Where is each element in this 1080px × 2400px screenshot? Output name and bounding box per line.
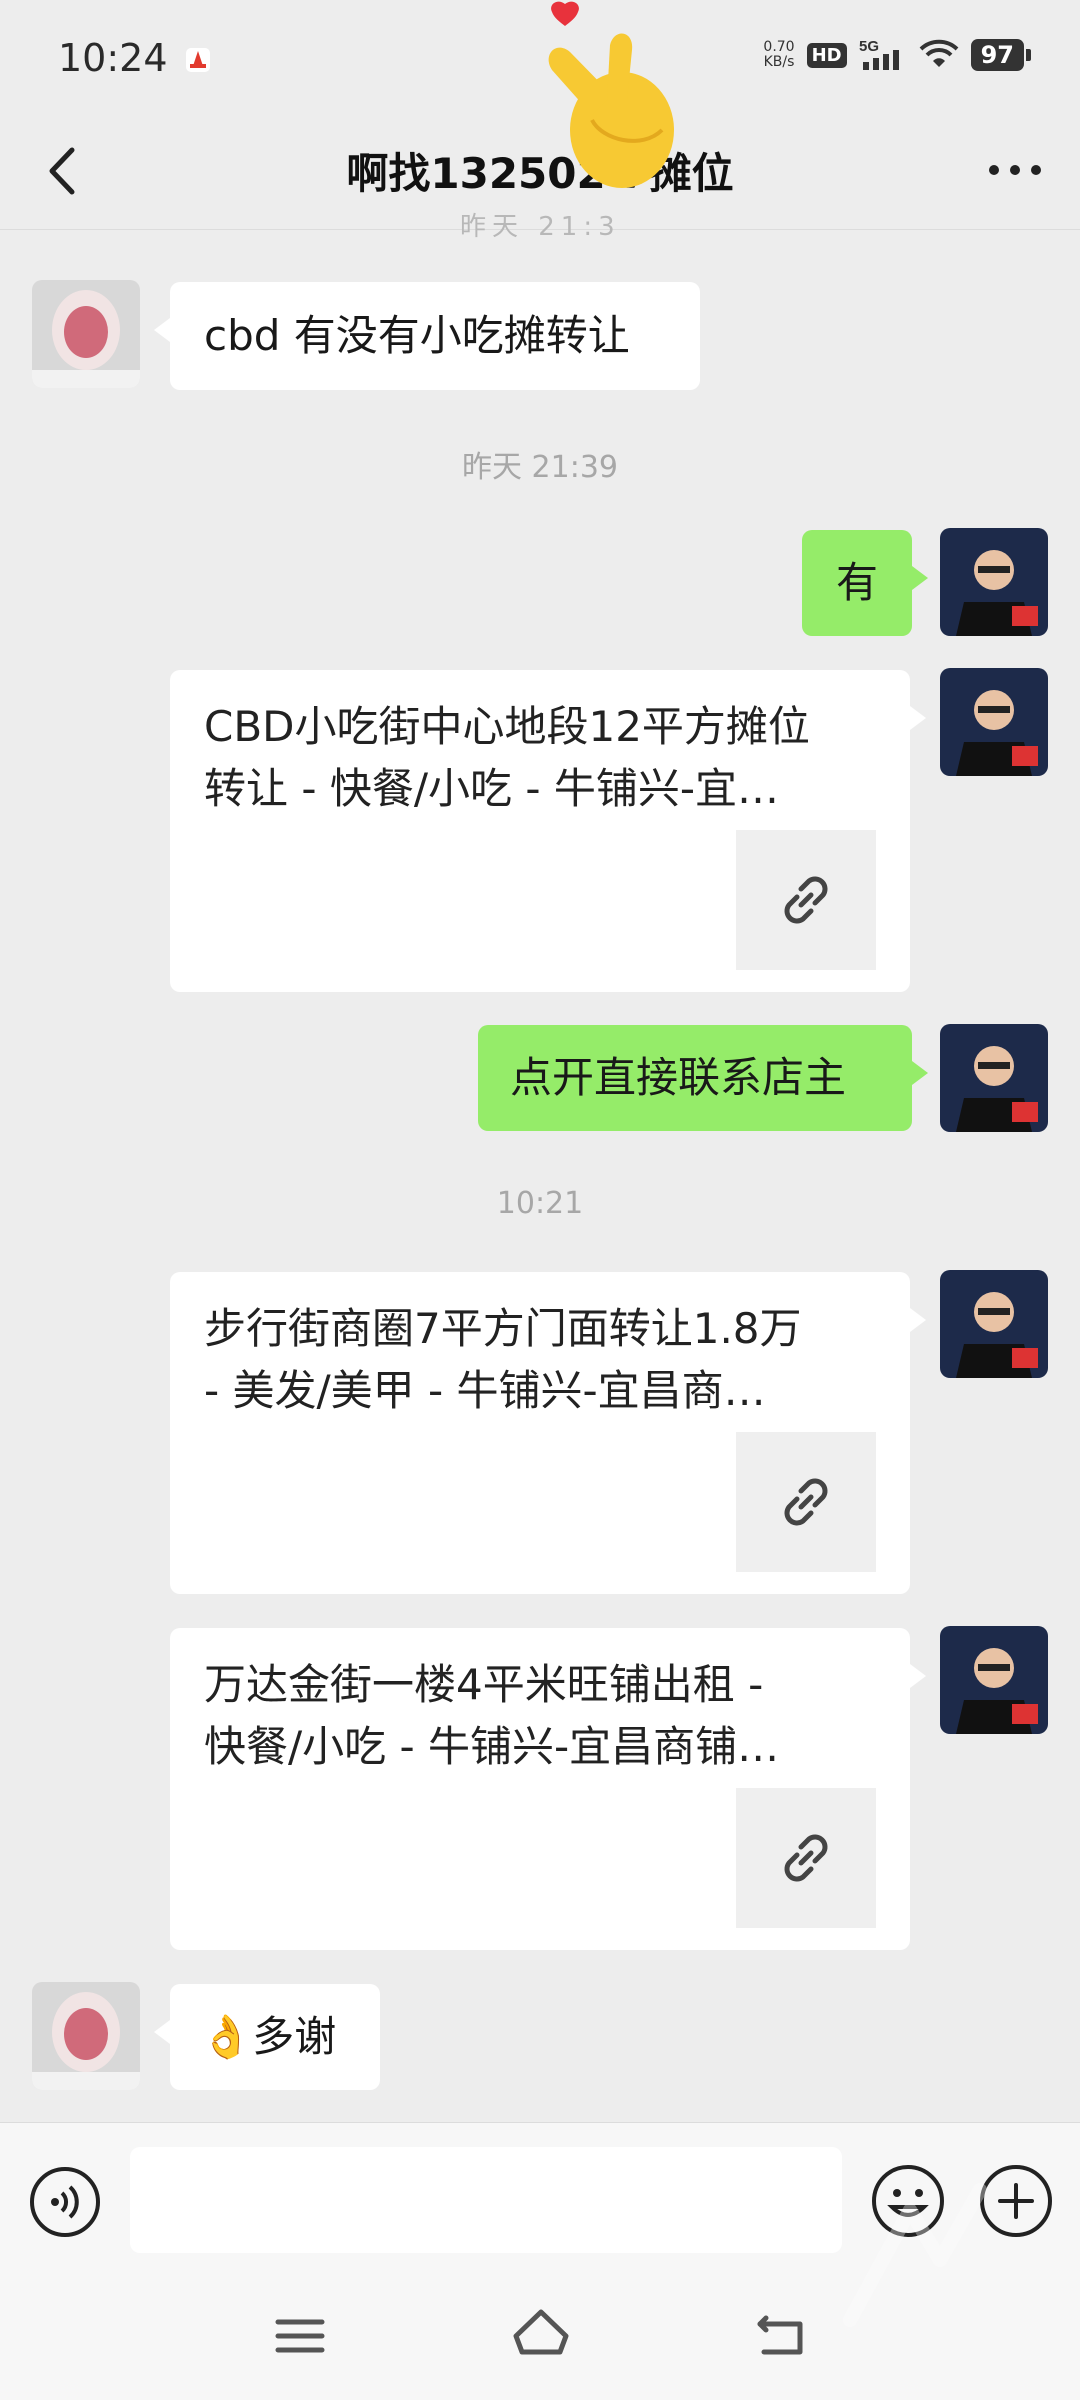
message-input[interactable]	[130, 2147, 842, 2253]
link-title-line: 转让 - 快餐/小吃 - 牛铺兴-宜…	[204, 764, 780, 813]
link-icon	[784, 1834, 828, 1882]
more-dots-icon[interactable]	[980, 140, 1050, 200]
message-bubble[interactable]: 有	[802, 530, 928, 636]
my-avatar[interactable]	[940, 668, 1048, 776]
link-title-line: CBD小吃街中心地段12平方摊位	[204, 702, 810, 751]
home-icon[interactable]	[508, 2302, 574, 2362]
link-card-title: CBD小吃街中心地段12平方摊位 转让 - 快餐/小吃 - 牛铺兴-宜…	[204, 696, 884, 820]
contact-avatar[interactable]	[32, 1982, 140, 2090]
net-speed-value: 0.70	[763, 39, 795, 55]
link-card[interactable]: CBD小吃街中心地段12平方摊位 转让 - 快餐/小吃 - 牛铺兴-宜…	[170, 670, 926, 992]
hd-badge: HD	[806, 42, 847, 68]
link-card-title: 万达金街一楼4平米旺铺出租 - 快餐/小吃 - 牛铺兴-宜昌商铺…	[204, 1654, 884, 1778]
signal-icon: 5G	[859, 38, 899, 70]
wifi-icon	[919, 39, 958, 67]
message-text: cbd 有没有小吃摊转让	[204, 311, 630, 360]
status-indicators: 0.70 KB/s HD 5G 97	[763, 38, 1032, 72]
link-card[interactable]: 步行街商圈7平方门面转让1.8万 - 美发/美甲 - 牛铺兴-宜昌商…	[170, 1272, 926, 1594]
app-notification-icon	[186, 48, 210, 72]
battery-indicator: 97	[970, 39, 1032, 71]
link-thumbnail	[736, 830, 876, 970]
network-type: 5G	[859, 38, 879, 55]
my-avatar[interactable]	[940, 1270, 1048, 1378]
link-card[interactable]: 万达金街一楼4平米旺铺出租 - 快餐/小吃 - 牛铺兴-宜昌商铺…	[170, 1628, 926, 1950]
my-avatar[interactable]	[940, 1626, 1048, 1734]
my-avatar[interactable]	[940, 528, 1048, 636]
contact-avatar[interactable]	[32, 280, 140, 388]
message-text: 多谢	[252, 2012, 337, 2061]
link-icon	[784, 1478, 828, 1526]
link-title-line: 万达金街一楼4平米旺铺出租 -	[204, 1660, 764, 1709]
link-title-line: - 美发/美甲 - 牛铺兴-宜昌商…	[204, 1366, 766, 1415]
timestamp: 10:21	[496, 1186, 584, 1221]
link-title-line: 步行街商圈7平方门面转让1.8万	[204, 1304, 802, 1353]
message-text: 有	[835, 558, 878, 607]
timestamp: 昨天 21:39	[462, 450, 618, 485]
message-bubble[interactable]: 👌多谢	[154, 1984, 380, 2090]
watermark-logo	[843, 2183, 987, 2327]
message-text: 点开直接联系店主	[510, 1053, 847, 1102]
message-bubble[interactable]: cbd 有没有小吃摊转让	[154, 282, 700, 390]
link-title-line: 快餐/小吃 - 牛铺兴-宜昌商铺…	[204, 1722, 780, 1771]
finger-heart-sticker	[548, 1, 674, 188]
message-bubble[interactable]: 点开直接联系店主	[478, 1025, 928, 1131]
link-card-title: 步行街商圈7平方门面转让1.8万 - 美发/美甲 - 牛铺兴-宜昌商…	[204, 1298, 884, 1422]
status-time: 10:24	[58, 36, 168, 80]
link-thumbnail	[736, 1432, 876, 1572]
link-thumbnail	[736, 1788, 876, 1928]
net-speed-unit: KB/s	[763, 54, 795, 70]
ok-hand-emoji: 👌	[200, 2012, 253, 2061]
menu-icon[interactable]	[270, 2306, 330, 2366]
scrolled-timestamp: 昨天 21:3	[460, 212, 621, 242]
my-avatar[interactable]	[940, 1024, 1048, 1132]
back-nav-icon[interactable]	[750, 2304, 810, 2364]
link-icon	[784, 876, 828, 924]
net-speed: 0.70 KB/s	[763, 40, 794, 70]
voice-icon[interactable]	[28, 2165, 102, 2239]
